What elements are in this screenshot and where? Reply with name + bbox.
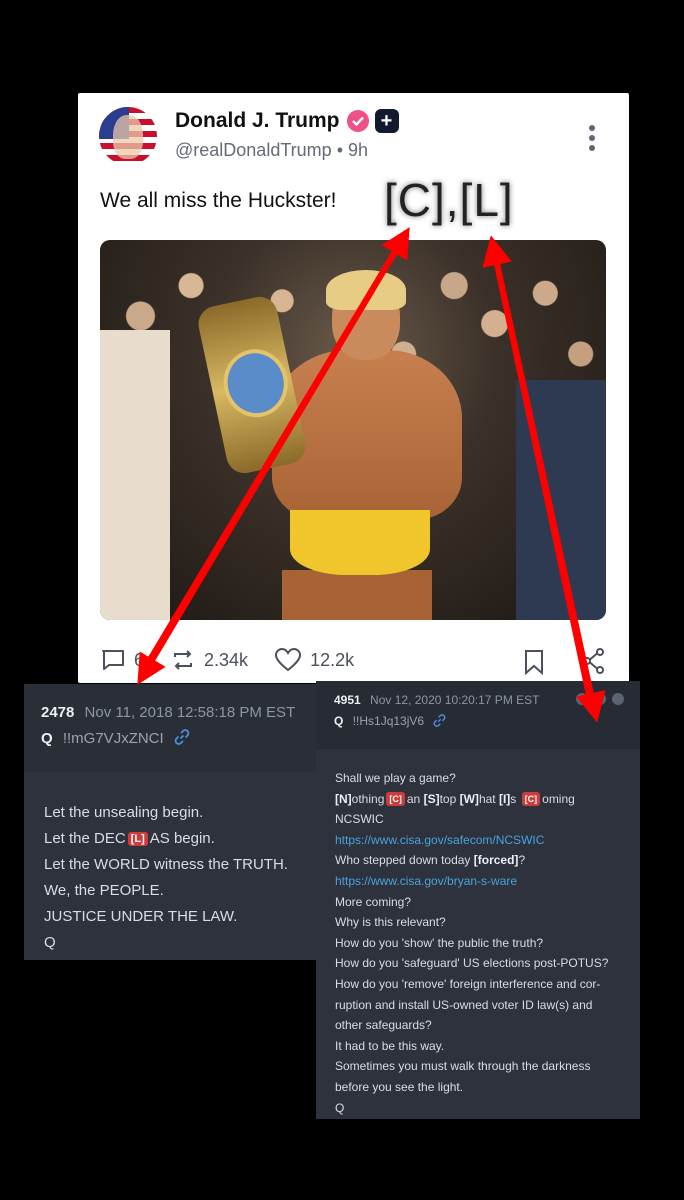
- drop-line: NCSWIC: [335, 812, 384, 827]
- avatar-face: [113, 115, 143, 159]
- drop-author-row: Q !!Hs1Jq13jV6: [334, 714, 446, 728]
- drop-line: It had to be this way.: [335, 1038, 445, 1053]
- verified-badge-icon: [346, 110, 369, 132]
- drop-signature: Q: [335, 1100, 345, 1115]
- c-tag: [C]: [521, 791, 541, 806]
- belt-plate: [217, 343, 295, 424]
- acrostic-text: othing: [351, 791, 385, 806]
- drop-line: More coming?: [335, 894, 412, 909]
- q-drop-4951: 4951 Nov 12, 2020 10:20:17 PM EST Q !!Hs…: [316, 681, 640, 1119]
- stepped-text: Who stepped down today: [335, 853, 471, 868]
- bookmark-icon[interactable]: [523, 649, 545, 675]
- wrestler-legs: [282, 570, 432, 620]
- drop-line: JUSTICE UNDER THE LAW.: [44, 908, 238, 925]
- action-bar: 6 2.34k 12.2k: [100, 645, 606, 675]
- drop-number[interactable]: 2478: [41, 704, 74, 721]
- l-tag: [L]: [127, 832, 148, 846]
- overlay-bracket-label: [C],[L]: [384, 174, 514, 226]
- drop-tripcode: !!mG7VJxZNCI: [62, 730, 164, 747]
- drop-line: How do you 'remove' foreign interference…: [335, 976, 601, 991]
- drop-line: Let the WORLD witness the TRUTH.: [44, 856, 288, 873]
- display-name[interactable]: Donald J. Trump: [175, 109, 340, 133]
- drop-line: How do you 'show' the public the truth?: [335, 935, 544, 950]
- acrostic-text: hat: [478, 791, 496, 806]
- question-mark: ?: [518, 853, 526, 868]
- reply-button[interactable]: 6: [100, 647, 144, 673]
- plus-badge-icon: +: [374, 109, 399, 133]
- drop-tripcode: !!Hs1Jq13jV6: [352, 714, 425, 728]
- q-drop-2478: 2478 Nov 11, 2018 12:58:18 PM EST Q !!mG…: [24, 684, 316, 960]
- acrostic-w: [W]: [459, 791, 479, 806]
- drop-line: Why is this relevant?: [335, 915, 446, 930]
- drop-meta-row: 2478 Nov 11, 2018 12:58:18 PM EST: [41, 704, 295, 721]
- drop-line: ruption and install US-owned voter ID la…: [335, 997, 593, 1012]
- yellow-trunks: [290, 510, 430, 575]
- acrostic-text: oming: [542, 791, 575, 806]
- drop-number[interactable]: 4951: [334, 693, 361, 707]
- drop-author: Q: [334, 714, 344, 728]
- acrostic-s: [S]: [423, 791, 440, 806]
- drop-author: Q: [41, 730, 53, 747]
- drop-date: Nov 11, 2018 12:58:18 PM EST: [84, 704, 296, 721]
- reply-icon: [102, 650, 124, 670]
- like-button[interactable]: 12.2k: [274, 647, 354, 673]
- acrostic-text: top: [439, 791, 457, 806]
- bystander-left: [100, 330, 170, 620]
- bystander-right: [516, 380, 606, 620]
- link-icon[interactable]: [174, 729, 190, 745]
- drop-header: 4951 Nov 12, 2020 10:20:17 PM EST Q !!Hs…: [316, 681, 640, 749]
- wrestler-hair: [326, 270, 406, 310]
- name-row: Donald J. Trump +: [175, 109, 399, 133]
- drop-line: We, the PEOPLE.: [44, 882, 164, 899]
- drop-header-icons: [576, 693, 624, 705]
- post-image[interactable]: [100, 240, 606, 620]
- drop-body: Let the unsealing begin. Let the DEC [L] A…: [44, 800, 288, 956]
- more-options-icon[interactable]: [589, 125, 595, 155]
- acrostic-text: an: [406, 791, 421, 806]
- cisa-bryan-ware-link[interactable]: https://www.cisa.gov/bryan-s-ware: [335, 871, 630, 892]
- c-tag: [C]: [386, 791, 405, 806]
- forced-text: [forced]: [473, 853, 519, 868]
- repost-button[interactable]: 2.34k: [170, 647, 248, 673]
- truth-social-post: Donald J. Trump + @realDonaldTrump • 9h …: [78, 93, 629, 683]
- drop-line: Sometimes you must walk through the dark…: [335, 1059, 591, 1074]
- acrostic-text: s: [510, 791, 517, 806]
- link-icon[interactable]: [433, 714, 446, 727]
- drop-date: Nov 12, 2020 10:20:17 PM EST: [370, 693, 540, 707]
- drop-line: other safeguards?: [335, 1018, 432, 1033]
- forward-icon[interactable]: [612, 693, 624, 705]
- drop-line: before you see the light.: [335, 1079, 464, 1094]
- share-icon[interactable]: [576, 693, 588, 705]
- post-time: 9h: [348, 140, 369, 160]
- repost-count: 2.34k: [204, 649, 249, 670]
- post-text: We all miss the Huckster!: [100, 189, 337, 212]
- drop-body: Shall we play a game? [N]othing [C] an [S]…: [335, 768, 630, 1118]
- handle[interactable]: @realDonaldTrump: [175, 140, 332, 160]
- drop-header: 2478 Nov 11, 2018 12:58:18 PM EST Q !!mG…: [24, 684, 316, 772]
- drop-line-acrostic: [N]othing [C] an [S]top [W]hat [I]s [C] omi…: [335, 789, 630, 810]
- share-icon[interactable]: [582, 647, 606, 675]
- separator: •: [336, 140, 343, 160]
- handle-row: @realDonaldTrump • 9h: [175, 140, 368, 161]
- reply-count: 6: [134, 649, 145, 670]
- acrostic-i: [I]: [498, 791, 511, 806]
- drop-line-dec: Let the DEC [L] AS begin.: [44, 826, 288, 852]
- cisa-ncswic-link[interactable]: https://www.cisa.gov/safecom/NCSWIC: [335, 830, 630, 851]
- drop-meta-row: 4951 Nov 12, 2020 10:20:17 PM EST: [334, 693, 539, 707]
- like-count: 12.2k: [310, 649, 355, 670]
- dec-before: Let the DEC: [44, 830, 126, 847]
- drop-signature: Q: [44, 934, 56, 951]
- drop-author-row: Q !!mG7VJxZNCI: [41, 729, 190, 747]
- repost-icon: [174, 650, 193, 670]
- drop-line: Let the unsealing begin.: [44, 804, 204, 821]
- download-icon[interactable]: [594, 693, 606, 705]
- heart-icon: [275, 647, 302, 672]
- drop-line-stepped: Who stepped down today [forced]?: [335, 850, 630, 871]
- drop-line: Shall we play a game?: [335, 771, 456, 785]
- dec-after: AS begin.: [149, 830, 215, 847]
- acrostic-n: [N]: [335, 791, 352, 806]
- avatar[interactable]: [99, 107, 157, 165]
- drop-line: How do you 'safeguard' US elections post…: [335, 956, 609, 971]
